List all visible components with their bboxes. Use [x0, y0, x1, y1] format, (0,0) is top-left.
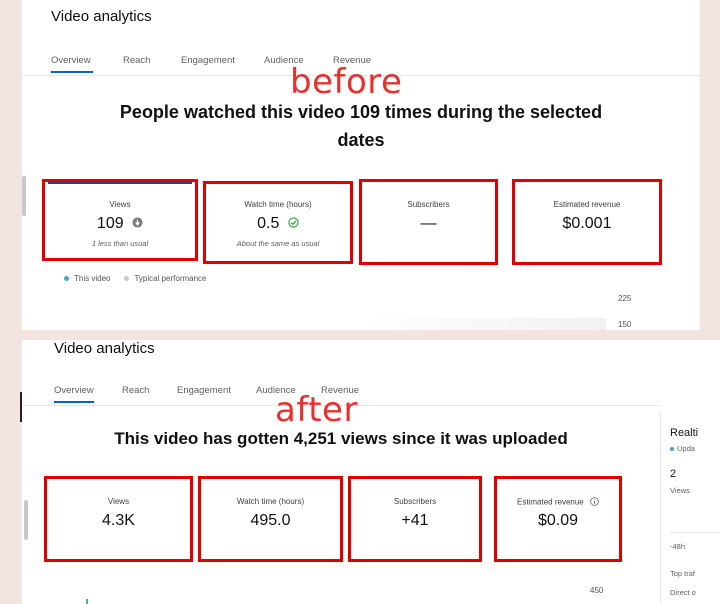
headline-line2: dates: [337, 130, 385, 150]
chart-area-band: [362, 318, 606, 330]
card-label: Subscribers: [393, 497, 437, 506]
tab-reach[interactable]: Reach: [123, 55, 150, 66]
card-value: +41: [401, 512, 429, 529]
card-note: About the same as usual: [236, 239, 320, 248]
realtime-axis-label: -48h: [670, 542, 686, 551]
active-card-indicator: [48, 182, 192, 184]
left-edge-mark: [20, 392, 22, 422]
realtime-updating-status: Upda: [670, 444, 695, 453]
metric-card-estimated-revenue[interactable]: Estimated revenue $0.001: [512, 179, 662, 265]
headline-line1: People watched this video 109 times duri…: [119, 102, 603, 122]
card-label: Subscribers: [407, 200, 450, 209]
tab-overview[interactable]: Overview: [54, 385, 94, 396]
legend-this-video: This video: [64, 274, 110, 283]
check-circle-icon: [288, 215, 299, 233]
card-value: 4.3K: [102, 512, 135, 529]
headline: This video has gotten 4,251 views since …: [114, 429, 568, 448]
legend-dot-icon: [64, 276, 69, 282]
overlay-after-label: after: [275, 390, 358, 430]
page-title: Video analytics: [54, 340, 155, 357]
metric-card-subscribers[interactable]: Subscribers +41: [348, 476, 482, 562]
legend-dot-icon: [124, 276, 130, 282]
chart-line-start: [86, 599, 88, 604]
watch-time-value: 0.5: [257, 215, 280, 233]
direct-traffic-label: Direct o: [670, 588, 696, 597]
live-dot-icon: [670, 447, 674, 452]
top-traffic-label: Top traf: [670, 569, 696, 578]
views-value: 109: [96, 215, 124, 233]
realtime-views-value: 2: [670, 468, 677, 480]
card-label: Watch time (hours): [244, 200, 312, 209]
tab-reach[interactable]: Reach: [122, 385, 149, 396]
card-label-text: Estimated revenue: [517, 497, 584, 507]
card-value: 495.0: [250, 512, 291, 529]
tab-engagement[interactable]: Engagement: [181, 55, 235, 66]
realtime-views-label: Views: [670, 486, 690, 495]
tab-active-underline: [54, 401, 94, 403]
metric-card-watch-time[interactable]: Watch time (hours) 495.0: [198, 476, 343, 562]
metric-card-views[interactable]: Views 4.3K: [44, 476, 193, 562]
card-value: 0.5: [206, 215, 350, 233]
card-label: Views: [109, 200, 131, 209]
metric-card-subscribers[interactable]: Subscribers —: [359, 179, 498, 265]
before-panel: Video analytics Overview Reach Engagemen…: [22, 0, 700, 330]
y-axis-tick: 150: [618, 320, 632, 329]
scrollbar-handle[interactable]: [22, 176, 26, 216]
legend-label: Typical performance: [134, 274, 207, 283]
card-value: —: [420, 215, 437, 232]
metric-card-watch-time[interactable]: Watch time (hours) 0.5 About the same as…: [203, 181, 353, 264]
realtime-updating-text: Upda: [677, 444, 695, 453]
card-label: Estimated revenue: [497, 497, 619, 508]
down-arrow-circle-icon: [132, 215, 143, 233]
realtime-axis-line: [670, 532, 720, 533]
sidebar-divider: [660, 412, 661, 604]
y-axis-tick: 450: [590, 586, 604, 595]
tab-active-underline: [51, 71, 93, 73]
after-panel: Video analytics Overview Reach Engagemen…: [22, 340, 720, 604]
info-icon[interactable]: [590, 497, 599, 508]
realtime-title: Realti: [670, 427, 699, 439]
metric-card-views[interactable]: Views 109 1 less than usual: [42, 179, 198, 261]
card-label: Estimated revenue: [553, 200, 621, 209]
scrollbar-handle[interactable]: [24, 500, 28, 540]
legend-label: This video: [74, 274, 111, 283]
y-axis-tick: 225: [618, 294, 632, 303]
page-title: Video analytics: [51, 8, 152, 25]
card-value: 109: [45, 215, 195, 233]
card-value: $0.001: [562, 215, 612, 232]
tab-overview[interactable]: Overview: [51, 55, 91, 66]
card-label: Watch time (hours): [236, 497, 305, 506]
card-value: $0.09: [537, 512, 579, 529]
chart-legend: This video Typical performance: [64, 274, 207, 283]
metric-card-estimated-revenue[interactable]: Estimated revenue $0.09: [494, 476, 622, 562]
overlay-before-label: before: [290, 62, 403, 102]
tab-engagement[interactable]: Engagement: [177, 385, 231, 396]
card-note: 1 less than usual: [91, 239, 149, 248]
legend-typical: Typical performance: [124, 274, 207, 283]
card-label: Views: [107, 497, 130, 506]
